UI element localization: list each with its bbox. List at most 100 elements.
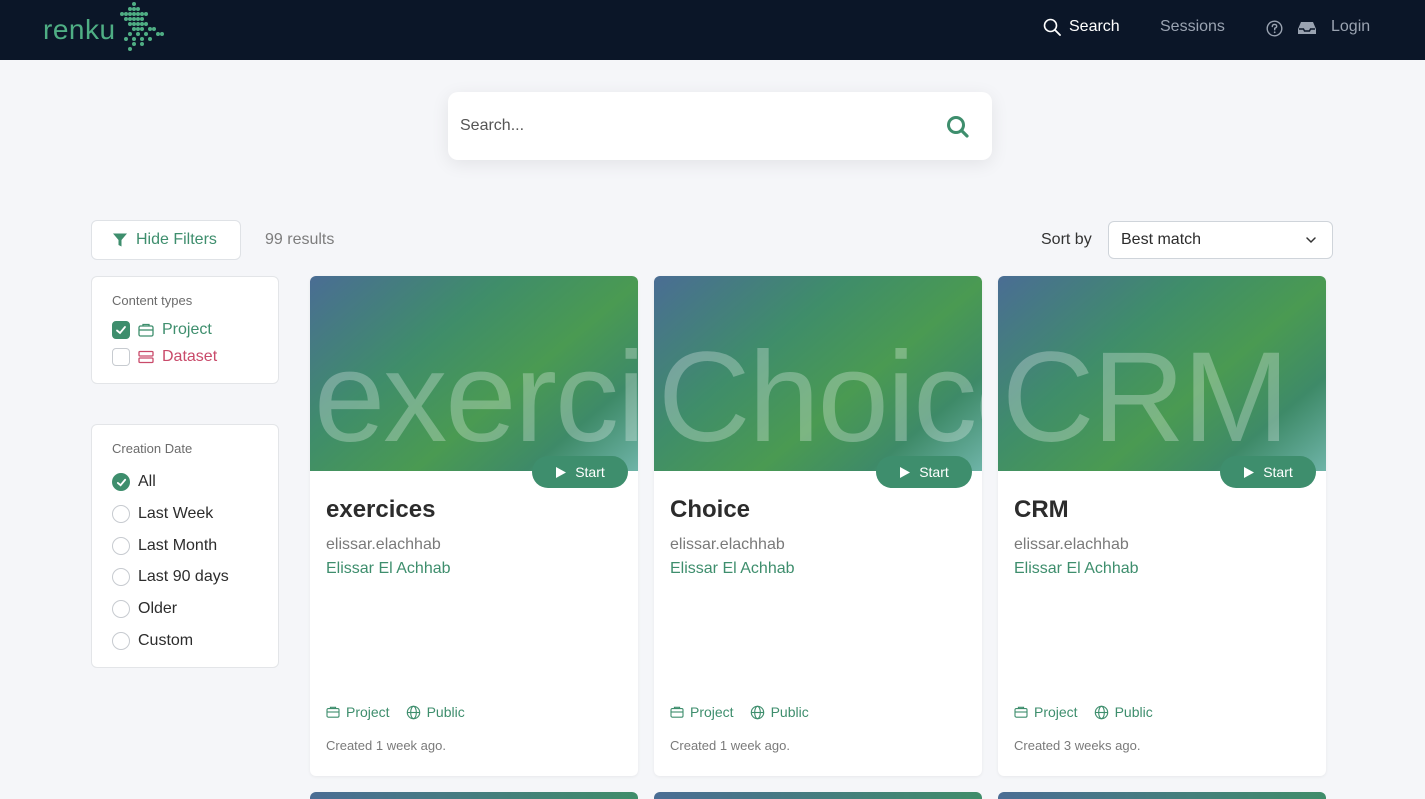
- inbox-icon: [1298, 22, 1316, 34]
- start-session-button[interactable]: Start: [1220, 456, 1316, 488]
- card-type: Project: [326, 704, 390, 720]
- project-icon: [670, 706, 684, 718]
- card-type-label: Project: [1034, 704, 1078, 720]
- checkmark-icon: [116, 326, 126, 335]
- date-option-label: Last Month: [138, 537, 218, 554]
- radio[interactable]: [112, 632, 130, 650]
- search-icon: [947, 116, 969, 138]
- play-icon: [1244, 466, 1255, 478]
- card-title[interactable]: exercices: [326, 496, 435, 524]
- card-owner[interactable]: Elissar El Achhab: [1014, 560, 1139, 578]
- card-created: Created 3 weeks ago.: [1014, 738, 1141, 753]
- card-visibility-label: Public: [426, 704, 465, 720]
- date-option-last-90-days[interactable]: Last 90 days: [112, 568, 229, 586]
- help-icon: [1266, 19, 1283, 37]
- navbar: renku Search Sessions Login: [0, 0, 1425, 60]
- card-banner: Choice: [654, 276, 982, 471]
- renku-logo[interactable]: renku: [40, 0, 170, 56]
- project-card[interactable]: exercices Start exercices elissar.elachh…: [310, 276, 638, 776]
- card-namespace: elissar.elachhab: [670, 536, 785, 553]
- date-option-label: Custom: [138, 632, 194, 649]
- nav-search-link[interactable]: Search: [1043, 16, 1120, 38]
- play-icon: [900, 466, 911, 478]
- card-owner[interactable]: Elissar El Achhab: [670, 560, 795, 578]
- date-option-last-week[interactable]: Last Week: [112, 505, 213, 523]
- checkmark-icon: [116, 478, 126, 487]
- sort-label: Sort by: [1041, 231, 1092, 248]
- radio-selected[interactable]: [112, 473, 130, 491]
- dataset-checkbox[interactable]: [112, 348, 130, 366]
- card-banner: CRM: [998, 276, 1326, 471]
- start-label: Start: [575, 464, 605, 480]
- content-types-title: Content types: [112, 293, 193, 308]
- results-count: 99 results: [265, 231, 335, 248]
- dataset-filter-label: Dataset: [162, 348, 218, 365]
- card-meta: Project Public: [326, 704, 481, 720]
- card-type-label: Project: [690, 704, 734, 720]
- card-created: Created 1 week ago.: [326, 738, 446, 753]
- date-option-last-month[interactable]: Last Month: [112, 537, 217, 555]
- card-banner-text: CRM: [1002, 326, 1289, 469]
- globe-icon: [1094, 705, 1108, 719]
- project-card[interactable]: CRM Start CRM elissar.elachhab Elissar E…: [998, 276, 1326, 776]
- globe-icon: [750, 705, 764, 719]
- search-input[interactable]: [460, 114, 900, 138]
- card-meta: Project Public: [670, 704, 825, 720]
- card-namespace: elissar.elachhab: [1014, 536, 1129, 553]
- project-card-partial[interactable]: [310, 792, 638, 799]
- start-session-button[interactable]: Start: [876, 456, 972, 488]
- card-visibility-label: Public: [1114, 704, 1153, 720]
- card-visibility: Public: [1094, 704, 1153, 720]
- search-icon: [1043, 18, 1061, 36]
- sort-value: Best match: [1121, 231, 1202, 248]
- search-submit-button[interactable]: [945, 114, 971, 145]
- card-owner[interactable]: Elissar El Achhab: [326, 560, 451, 578]
- card-meta: Project Public: [1014, 704, 1169, 720]
- sort-select[interactable]: Best match: [1108, 221, 1333, 259]
- card-type-label: Project: [346, 704, 390, 720]
- project-icon: [326, 706, 340, 718]
- project-card-partial[interactable]: [998, 792, 1326, 799]
- login-link[interactable]: Login: [1331, 16, 1370, 38]
- date-option-all[interactable]: All: [112, 473, 156, 491]
- date-option-older[interactable]: Older: [112, 600, 177, 618]
- radio[interactable]: [112, 600, 130, 618]
- filter-icon: [113, 233, 127, 247]
- date-option-label: Last 90 days: [138, 568, 229, 585]
- notifications-button[interactable]: [1297, 17, 1317, 39]
- nav-search-label: Search: [1069, 18, 1120, 35]
- nav-sessions-link[interactable]: Sessions: [1160, 16, 1225, 38]
- creation-date-filter: Creation Date All Last Week Last Month L…: [91, 424, 279, 668]
- radio[interactable]: [112, 568, 130, 586]
- help-button[interactable]: [1266, 17, 1283, 39]
- date-option-custom[interactable]: Custom: [112, 632, 193, 650]
- card-title[interactable]: CRM: [1014, 496, 1069, 524]
- date-option-label: Last Week: [138, 505, 214, 522]
- play-icon: [556, 466, 567, 478]
- start-label: Start: [1263, 464, 1293, 480]
- radio[interactable]: [112, 537, 130, 555]
- date-option-label: Older: [138, 600, 178, 617]
- project-card[interactable]: Choice Start Choice elissar.elachhab Eli…: [654, 276, 982, 776]
- project-icon: [1014, 706, 1028, 718]
- project-card-partial[interactable]: [654, 792, 982, 799]
- card-visibility: Public: [750, 704, 809, 720]
- project-checkbox[interactable]: [112, 321, 130, 339]
- logo-mark-icon: [120, 2, 164, 51]
- card-namespace: elissar.elachhab: [326, 536, 441, 553]
- card-title[interactable]: Choice: [670, 496, 750, 524]
- start-session-button[interactable]: Start: [532, 456, 628, 488]
- filter-dataset[interactable]: Dataset: [112, 348, 217, 366]
- logo-text: renku: [43, 14, 116, 45]
- creation-date-title: Creation Date: [112, 441, 193, 456]
- hide-filters-label: Hide Filters: [136, 231, 217, 248]
- dataset-icon: [138, 350, 154, 364]
- hide-filters-button[interactable]: Hide Filters: [91, 220, 241, 260]
- radio[interactable]: [112, 505, 130, 523]
- project-filter-label: Project: [162, 321, 212, 338]
- start-label: Start: [919, 464, 949, 480]
- content-types-filter: Content types Project Dataset: [91, 276, 279, 384]
- card-banner-text: exercices: [314, 326, 638, 469]
- filter-project[interactable]: Project: [112, 321, 212, 339]
- card-banner-text: Choice: [658, 326, 982, 469]
